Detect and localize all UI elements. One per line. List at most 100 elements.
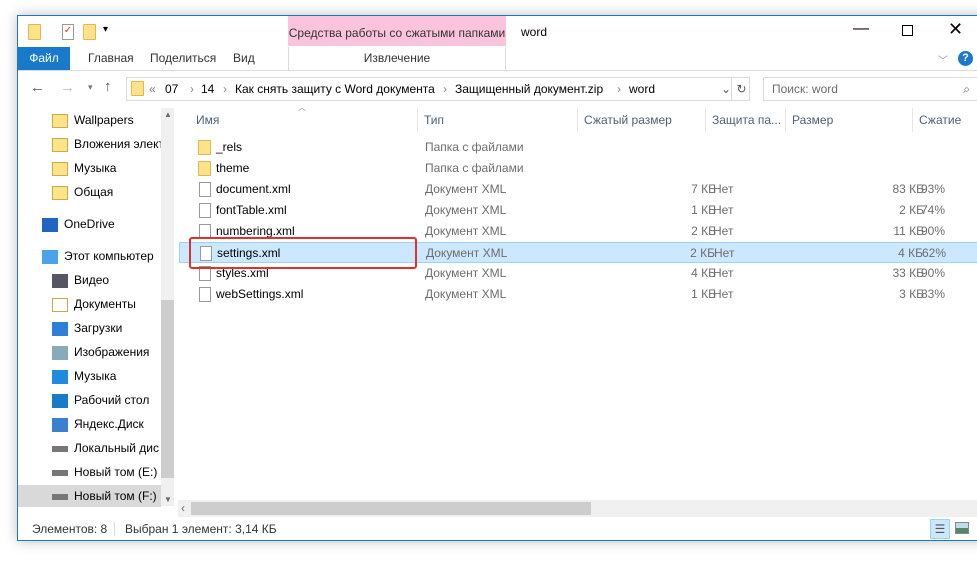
folder-icon — [52, 161, 68, 176]
music-icon — [52, 369, 68, 384]
cell-type: Документ XML — [425, 287, 507, 301]
cell-ratio: 62% — [922, 246, 947, 260]
maximize-button[interactable] — [902, 25, 913, 36]
tab-view[interactable]: Вид — [233, 47, 255, 70]
nav-item-label: Изображения — [74, 345, 150, 359]
context-tab-group: Средства работы со сжатыми папками — [288, 16, 506, 46]
nav-scrollbar[interactable]: ▲ ▼ — [161, 108, 174, 506]
file-row[interactable]: fontTable.xml Документ XML 1 КБ Нет 2 КБ 74% — [179, 200, 977, 221]
qat-dropdown-icon[interactable]: ▾ — [103, 24, 108, 40]
breadcrumb-overflow[interactable]: « — [149, 78, 156, 100]
cell-name: webSettings.xml — [216, 287, 304, 301]
disk-icon — [52, 469, 68, 476]
file-icon — [199, 287, 211, 302]
folder-icon — [198, 140, 211, 155]
forward-button[interactable]: → — [60, 79, 75, 96]
desk-icon — [52, 393, 68, 408]
pc-icon — [42, 249, 58, 264]
address-dropdown-icon[interactable]: ⌄ — [721, 78, 731, 100]
new-folder-icon[interactable] — [83, 24, 96, 40]
tab-extract[interactable]: Извлечение — [288, 47, 506, 70]
nav-item-label: Новый том (E:) — [74, 465, 158, 479]
cell-type: Папка с файлами — [425, 161, 524, 175]
nav-item-label: Этот компьютер — [64, 249, 154, 263]
cell-type: Документ XML — [425, 203, 507, 217]
cell-compressed-size: 2 КБ — [690, 246, 715, 260]
search-input[interactable]: Поиск: word ⌕ — [763, 77, 977, 101]
help-icon[interactable]: ? — [958, 51, 973, 66]
disk-icon — [52, 445, 68, 452]
large-icons-view-button[interactable] — [955, 522, 969, 534]
cell-name: _rels — [216, 140, 243, 154]
refresh-button[interactable]: ↻ — [731, 78, 751, 100]
cell-protection: Нет — [713, 266, 734, 280]
breadcrumb-item[interactable]: Защищенный документ.zip — [455, 78, 603, 100]
nav-item-label: Документы — [74, 297, 136, 311]
cell-type: Папка с файлами — [425, 140, 524, 154]
selection-info: Выбран 1 элемент: 3,14 КБ — [125, 522, 277, 536]
cell-ratio: 83% — [921, 287, 946, 301]
nav-item-label: Локальный дис — [74, 441, 159, 455]
cell-protection: Нет — [713, 224, 734, 238]
folder-icon — [131, 81, 144, 96]
folder-icon[interactable] — [28, 24, 41, 40]
up-button[interactable]: ↑ — [104, 78, 112, 95]
breadcrumb-item[interactable]: 14 — [201, 78, 214, 100]
ribbon-expand-icon[interactable]: ﹀ — [938, 52, 948, 67]
column-compressed-size[interactable]: Сжатый размер — [578, 108, 706, 132]
cell-type: Документ XML — [426, 246, 508, 260]
file-row[interactable]: document.xml Документ XML 7 КБ Нет 83 КБ 93% — [179, 179, 977, 200]
cell-protection: Нет — [713, 182, 734, 196]
nav-item-label: Музыка — [74, 161, 117, 175]
nav-item-label: Общая — [74, 185, 114, 199]
cell-size: 4 КБ — [898, 246, 923, 260]
tab-file[interactable]: Файл — [18, 47, 70, 70]
window-title: word — [521, 25, 548, 39]
navigation-pane: Wallpapers Вложения элект Музыка Общая OneDr… — [18, 108, 173, 507]
file-row[interactable]: theme Папка с файлами — [179, 158, 977, 179]
breadcrumb-item[interactable]: Как снять защиту с Word документа — [235, 78, 435, 100]
cell-name: theme — [216, 161, 250, 175]
breadcrumb-item[interactable]: 07 — [165, 78, 178, 100]
cell-ratio: 93% — [921, 182, 946, 196]
horizontal-scrollbar[interactable]: ‹› — [178, 500, 977, 517]
tab-share[interactable]: Поделиться — [150, 47, 216, 70]
nav-item-label: Вложения элект — [74, 137, 164, 151]
cell-size: 83 КБ — [892, 182, 924, 196]
folder-icon — [52, 137, 68, 152]
column-type[interactable]: Тип — [418, 108, 578, 132]
cell-protection: Нет — [713, 203, 734, 217]
breadcrumb-item[interactable]: word — [629, 78, 655, 100]
file-icon — [199, 203, 211, 218]
nav-item-label: Яндекс.Диск — [74, 417, 144, 431]
cell-size: 11 КБ — [893, 224, 924, 238]
nav-item[interactable]: Новый том (F:) — [18, 485, 161, 507]
nav-item-label: Wallpapers — [74, 113, 134, 127]
close-button[interactable]: ✕ — [948, 19, 963, 40]
properties-icon[interactable]: ✓ — [62, 24, 74, 40]
search-icon: ⌕ — [963, 82, 970, 96]
details-view-button[interactable]: ☰ — [930, 519, 950, 539]
down-icon — [52, 321, 68, 336]
file-row[interactable]: _rels Папка с файлами — [179, 137, 977, 158]
column-protection[interactable]: Защита па... — [706, 108, 786, 132]
address-bar[interactable]: « 07 › 14 › Как снять защиту с Word доку… — [126, 77, 750, 101]
status-bar: Элементов: 8 Выбран 1 элемент: 3,14 КБ ☰ — [18, 517, 977, 541]
column-size[interactable]: Размер — [786, 108, 913, 132]
minimize-button[interactable]: — — [853, 20, 869, 38]
column-ratio[interactable]: Сжатие — [913, 108, 977, 132]
img-icon — [52, 345, 68, 360]
cloud-icon — [42, 217, 58, 232]
cell-ratio: 74% — [921, 203, 946, 217]
video-icon — [52, 273, 68, 288]
back-button[interactable]: ← — [30, 79, 45, 96]
nav-item-label: Видео — [74, 273, 110, 287]
tab-home[interactable]: Главная — [88, 47, 134, 70]
nav-item-label: Музыка — [74, 369, 117, 383]
folder-icon — [52, 113, 68, 128]
recent-dropdown-icon[interactable]: ▾ — [88, 82, 93, 93]
file-row[interactable]: webSettings.xml Документ XML 1 КБ Нет 3 КБ 83… — [179, 284, 977, 305]
yadisk-icon — [52, 417, 68, 432]
column-name[interactable]: Имя — [190, 108, 418, 132]
cell-ratio: 90% — [921, 224, 946, 238]
